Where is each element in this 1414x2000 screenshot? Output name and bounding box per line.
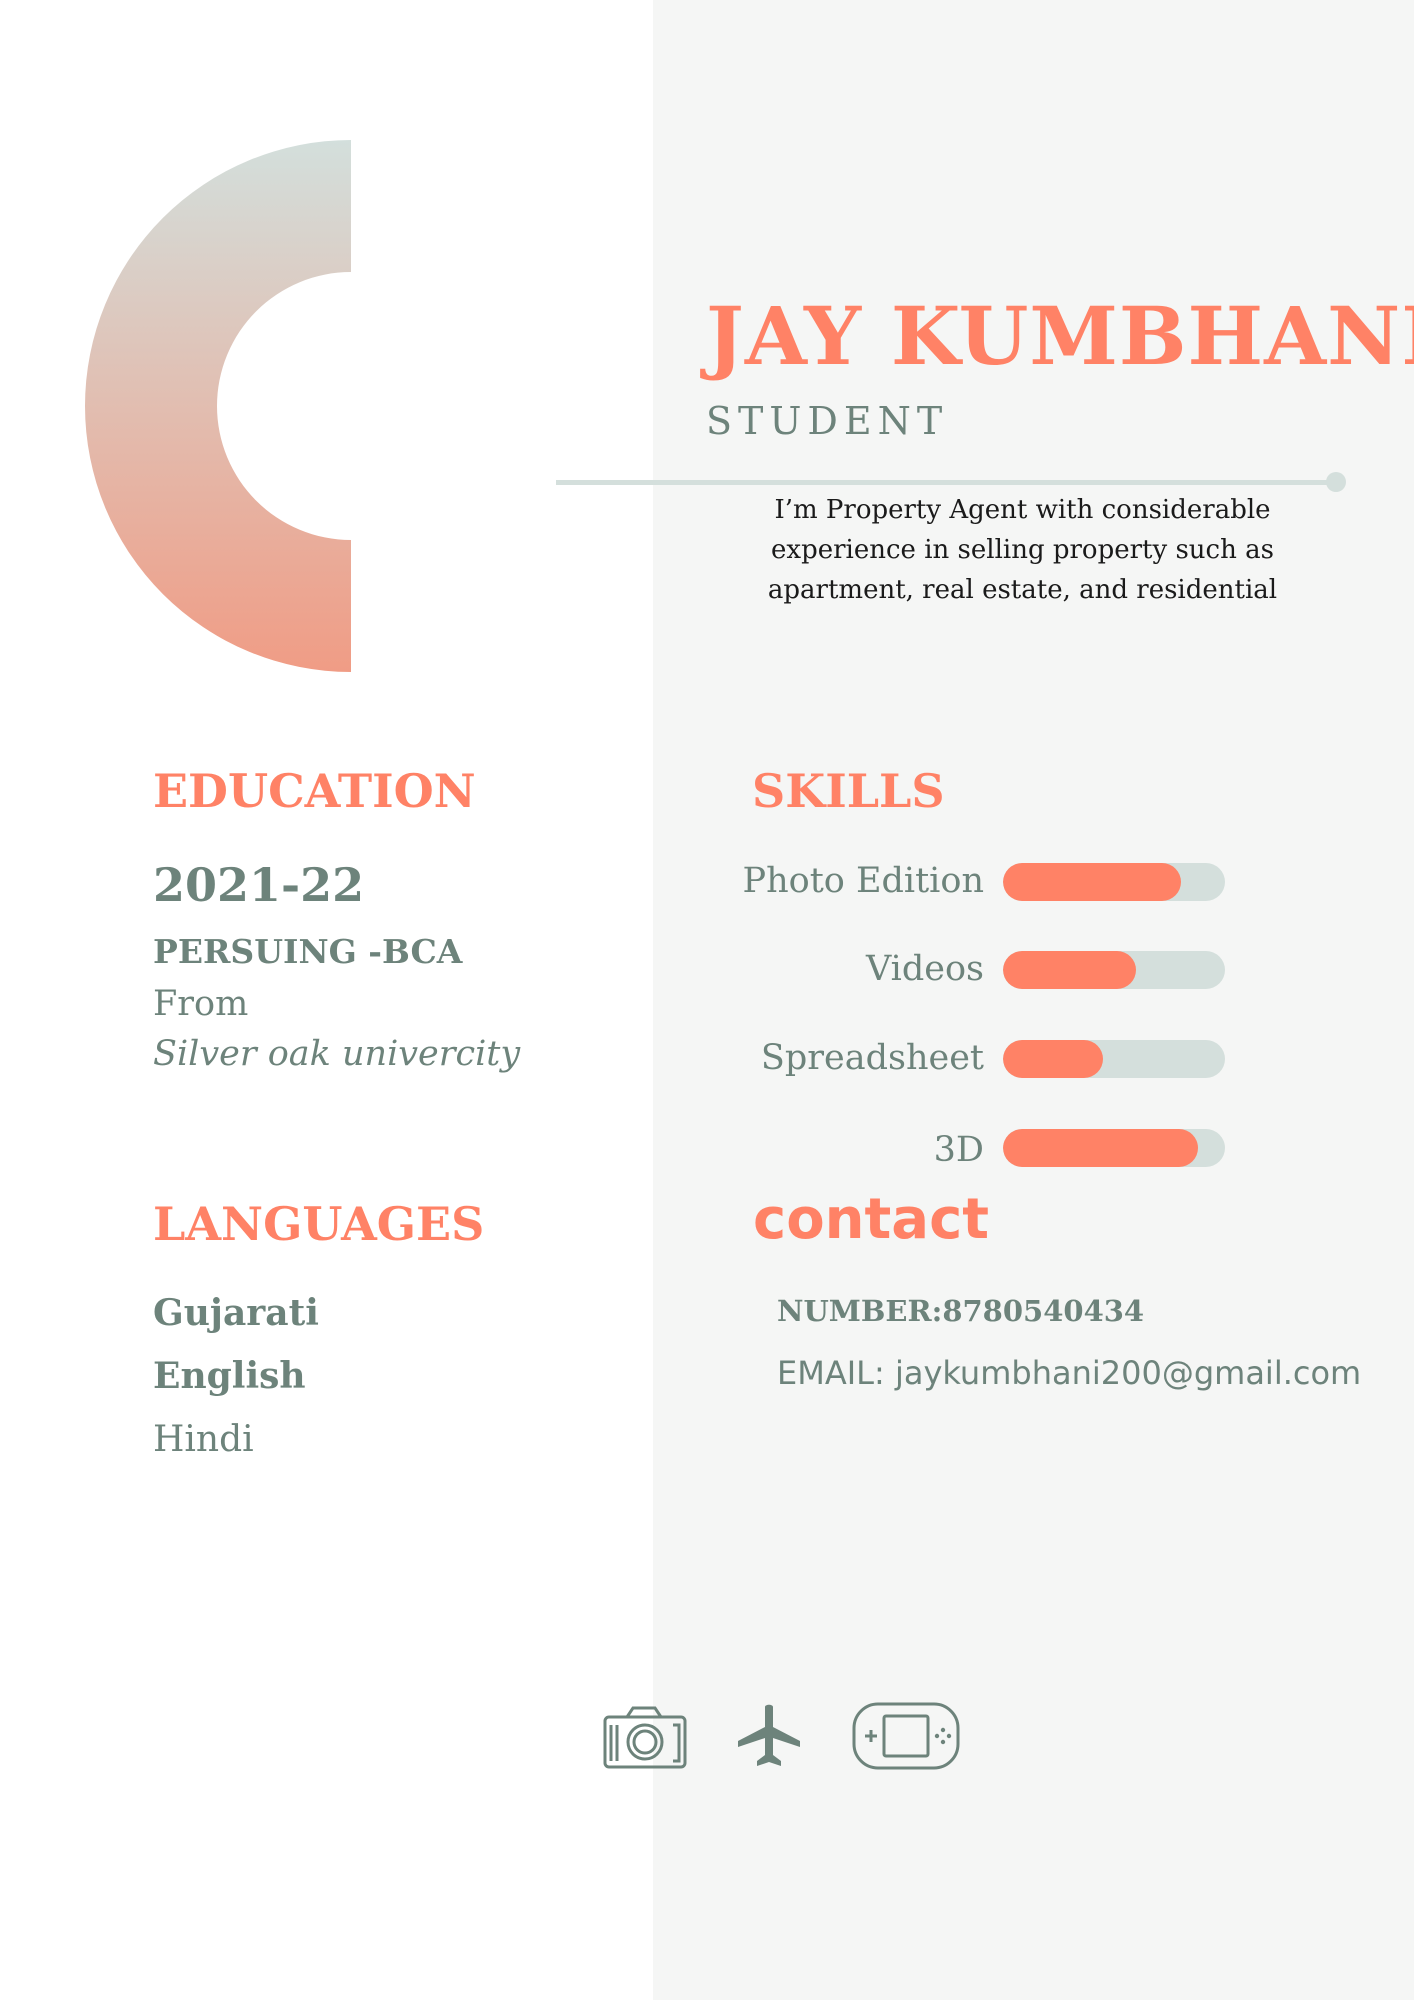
education-heading: EDUCATION bbox=[153, 764, 476, 818]
contact-number: NUMBER:8780540434 bbox=[777, 1294, 1145, 1328]
language-item: Hindi bbox=[153, 1419, 254, 1460]
person-name: JAY KUMBHANI bbox=[706, 289, 1414, 383]
language-item: English bbox=[153, 1355, 306, 1397]
skill-bar-track bbox=[1003, 951, 1225, 989]
education-from-label: From bbox=[153, 984, 249, 1024]
person-role: STUDENT bbox=[706, 399, 949, 443]
skills-heading: SKILLS bbox=[752, 764, 945, 818]
education-school: Silver oak univercity bbox=[153, 1034, 521, 1074]
divider-dot bbox=[1326, 472, 1346, 492]
skill-bar-fill bbox=[1003, 951, 1137, 989]
languages-heading: LANGUAGES bbox=[153, 1197, 485, 1251]
skill-bar-fill bbox=[1003, 863, 1181, 901]
language-item: Gujarati bbox=[153, 1292, 319, 1334]
skill-label: Photo Edition bbox=[742, 861, 984, 901]
skill-bar-fill bbox=[1003, 1129, 1199, 1167]
education-degree: PERSUING -BCA bbox=[153, 932, 463, 971]
contact-email: EMAIL: jaykumbhani200@gmail.com bbox=[777, 1354, 1362, 1392]
header-divider bbox=[556, 480, 1338, 485]
camera-icon bbox=[603, 1706, 687, 1769]
skill-bar-track bbox=[1003, 1129, 1225, 1167]
skill-bar-fill bbox=[1003, 1040, 1103, 1078]
skill-label: Spreadsheet bbox=[760, 1038, 984, 1078]
education-year: 2021-22 bbox=[153, 858, 365, 912]
contact-heading: contact bbox=[753, 1187, 990, 1252]
decorative-arc bbox=[85, 140, 351, 672]
skill-bar-track bbox=[1003, 863, 1225, 901]
skill-label: Videos bbox=[865, 949, 984, 989]
game-console-icon bbox=[852, 1702, 960, 1770]
airplane-icon bbox=[738, 1704, 800, 1766]
summary-text: I’m Property Agent with considerable exp… bbox=[767, 495, 1278, 605]
skill-bar-track bbox=[1003, 1040, 1225, 1078]
skill-label: 3D bbox=[933, 1130, 984, 1170]
